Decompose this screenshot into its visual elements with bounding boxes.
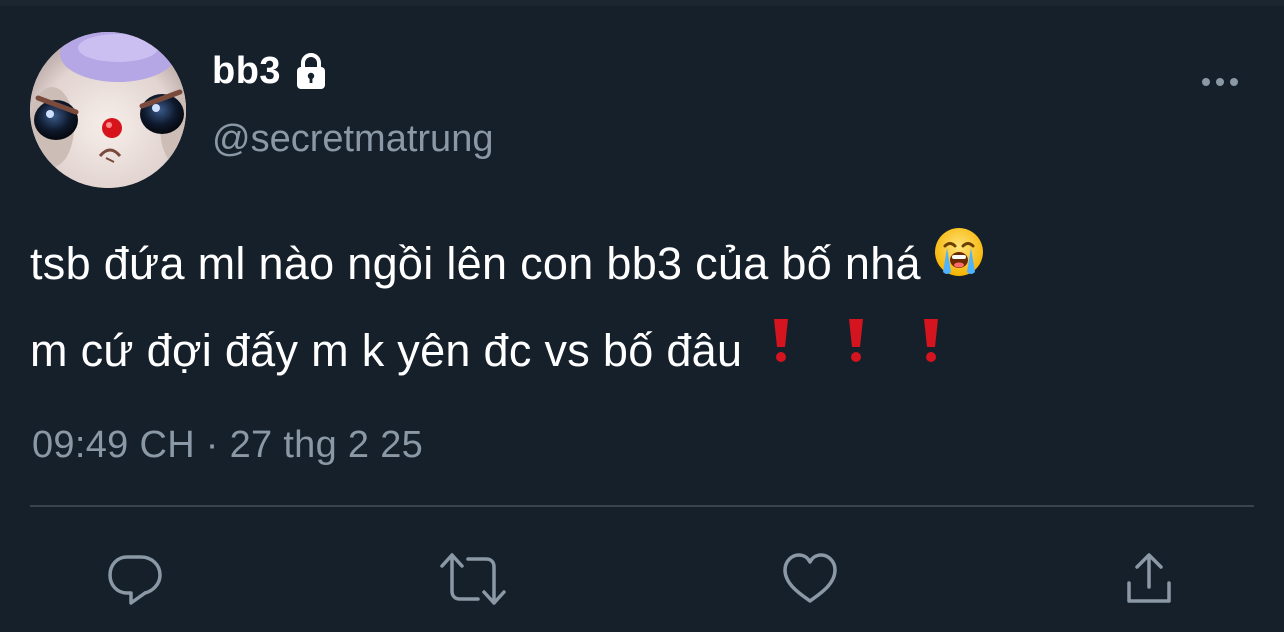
more-icon (1202, 78, 1238, 86)
loudly-crying-face-icon (933, 221, 985, 305)
tweet-timestamp[interactable]: 09:49 CH · 27 thg 2 25 (32, 420, 423, 470)
retweet-icon (440, 553, 506, 605)
share-button[interactable] (1114, 544, 1184, 614)
reply-icon (108, 555, 162, 605)
tweet-line-1-text: tsb đứa ml nào ngồi lên con bb3 của bố n… (30, 238, 921, 289)
exclamation-mark-icon (841, 306, 871, 390)
display-name[interactable]: bb3 (212, 46, 281, 96)
tweet-line-2-text: m cứ đợi đấy m k yên đc vs bố đâu (30, 325, 743, 377)
share-icon (1127, 553, 1171, 603)
tweet-text: tsb đứa ml nào ngồi lên con bb3 của bố n… (30, 222, 1260, 396)
more-options-button[interactable] (1196, 62, 1244, 102)
heart-icon (783, 553, 837, 603)
retweet-button[interactable] (438, 544, 508, 614)
avatar[interactable] (30, 32, 186, 188)
top-edge (0, 0, 1284, 6)
avatar-image (30, 32, 186, 188)
user-handle[interactable]: @secretmatrung (212, 114, 493, 164)
divider (30, 505, 1254, 507)
tweet-line-2: m cứ đợi đấy m k yên đc vs bố đâu (30, 309, 1260, 396)
tweet-line-1: tsb đứa ml nào ngồi lên con bb3 của bố n… (30, 222, 1260, 309)
exclamation-mark-icon (766, 306, 796, 390)
exclamation-mark-icon (916, 306, 946, 390)
reply-button[interactable] (100, 544, 170, 614)
like-button[interactable] (775, 544, 845, 614)
exclamation-group (766, 306, 978, 390)
lock-icon (291, 51, 331, 91)
display-name-row: bb3 (212, 46, 331, 96)
